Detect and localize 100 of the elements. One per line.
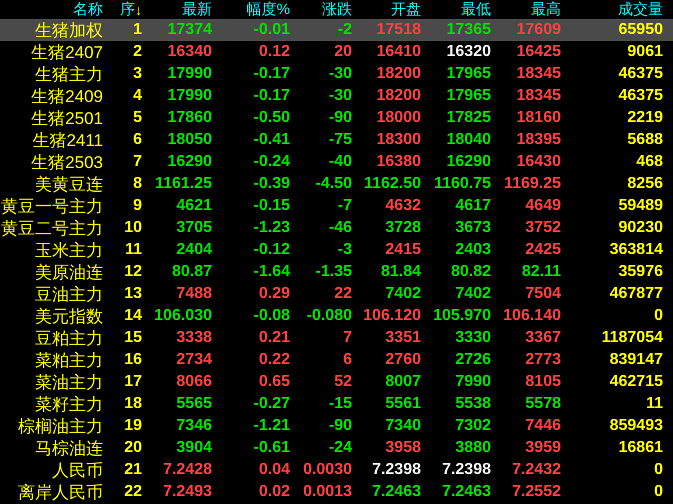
price-cell-text: -1.64: [252, 264, 290, 280]
row-number: 5: [132, 110, 142, 126]
column-header[interactable]: 幅度%: [246, 2, 290, 17]
row-number: 4: [132, 88, 142, 104]
price-cell-text: -3: [336, 242, 352, 258]
price-cell-text: 8066: [175, 374, 212, 390]
price-cell-text: 16425: [516, 44, 561, 60]
volume-cell-text: 468: [635, 154, 663, 170]
price-cell-text: 7.2463: [441, 484, 491, 500]
price-cell-text: 16430: [516, 154, 561, 170]
price-cell-text: 17965: [446, 88, 491, 104]
row-number: 9: [132, 198, 142, 214]
price-cell-text: -90: [328, 110, 352, 126]
price-cell-text: 18050: [166, 132, 212, 148]
price-cell-text: 3351: [384, 330, 421, 346]
price-cell-text: -0.17: [252, 66, 290, 82]
volume-cell-text: 46375: [618, 88, 663, 104]
quote-row[interactable]: 生猪加权 1 17374 -0.01 -2 17518 17365 17609 65950: [0, 19, 673, 41]
price-cell-text: 17374: [166, 22, 212, 38]
instrument-name: 生猪2407: [30, 44, 103, 60]
instrument-name: 菜油主力: [34, 374, 103, 390]
column-header[interactable]: 序: [120, 2, 135, 17]
price-cell-text: 0.0030: [302, 462, 352, 478]
price-cell-text: 3330: [454, 330, 491, 346]
price-cell-text: -0.12: [252, 242, 290, 258]
price-cell-text: 3705: [175, 220, 212, 236]
price-cell-text: 3728: [384, 220, 421, 236]
price-cell-text: -4.50: [314, 176, 352, 192]
row-number: 6: [132, 132, 142, 148]
volume-cell-text: 59489: [618, 198, 663, 214]
price-cell-text: 18160: [516, 110, 561, 126]
column-header[interactable]: 最高: [531, 2, 561, 17]
row-number: 8: [132, 176, 142, 192]
price-cell-text: 1162.50: [363, 176, 421, 192]
price-cell-text: 18000: [376, 110, 421, 126]
price-cell-text: 18200: [376, 66, 421, 82]
column-header[interactable]: 最低: [461, 2, 491, 17]
price-cell-text: 18040: [446, 132, 491, 148]
price-cell-text: 7340: [384, 418, 421, 434]
volume-cell-text: 1187054: [600, 330, 663, 346]
price-cell-text: -1.35: [314, 264, 352, 280]
price-cell-text: 7446: [524, 418, 561, 434]
instrument-name: 离岸人民币: [17, 484, 103, 500]
volume-cell-text: 467877: [608, 286, 663, 302]
price-cell-text: -0.17: [252, 88, 290, 104]
row-number: 15: [123, 330, 142, 346]
row-number: 19: [123, 418, 142, 434]
instrument-name: 黄豆一号主力: [0, 198, 103, 214]
price-cell-text: 2726: [454, 352, 491, 368]
volume-cell-text: 16861: [618, 440, 663, 456]
price-cell-text: 6: [342, 352, 352, 368]
price-cell-text: -90: [328, 418, 352, 434]
instrument-name: 美元指数: [34, 308, 103, 324]
price-cell-text: 18200: [376, 88, 421, 104]
row-number: 20: [123, 440, 142, 456]
price-cell-text: 81.84: [380, 264, 421, 280]
instrument-name: 生猪2501: [30, 110, 103, 126]
price-cell-text: -0.08: [252, 308, 290, 324]
price-cell-text: 16290: [166, 154, 212, 170]
volume-cell-text: 0: [653, 484, 663, 500]
instrument-name: 美原油连: [34, 264, 103, 280]
price-cell-text: 16320: [446, 44, 491, 60]
price-cell-text: 17825: [446, 110, 491, 126]
row-number: 16: [123, 352, 142, 368]
instrument-name: 马棕油连: [34, 440, 103, 456]
price-cell-text: 7.2398: [371, 462, 421, 478]
column-header[interactable]: 成交量: [618, 2, 663, 17]
price-cell-text: 4632: [384, 198, 421, 214]
price-cell-text: 3367: [524, 330, 561, 346]
price-cell-text: 3904: [175, 440, 212, 456]
price-cell-text: 17609: [516, 22, 561, 38]
price-cell-text: 105.970: [432, 308, 491, 324]
price-cell-text: -0.24: [252, 154, 290, 170]
instrument-name: 美黄豆连: [34, 176, 103, 192]
instrument-name: 豆粕主力: [34, 330, 103, 346]
column-header[interactable]: 涨跌: [322, 2, 352, 17]
price-cell-text: 8007: [384, 374, 421, 390]
column-header[interactable]: 名称: [73, 2, 103, 17]
price-cell-text: -30: [328, 66, 352, 82]
instrument-name: 黄豆二号主力: [0, 220, 103, 236]
price-cell-text: -30: [328, 88, 352, 104]
price-cell-text: 16340: [166, 44, 212, 60]
price-cell-text: 4649: [524, 198, 561, 214]
column-header[interactable]: 开盘: [391, 2, 421, 17]
instrument-name: 生猪主力: [34, 66, 103, 82]
volume-cell-text: 90230: [618, 220, 663, 236]
volume-cell-text: 2219: [626, 110, 663, 126]
instrument-name: 生猪2411: [31, 132, 103, 148]
price-cell-text: 5578: [524, 396, 561, 412]
price-cell-text: 7504: [524, 286, 561, 302]
price-cell-text: 7.2432: [511, 462, 561, 478]
price-cell-text: 3752: [524, 220, 561, 236]
price-cell-text: 18395: [516, 132, 561, 148]
price-cell-text: 8105: [524, 374, 561, 390]
price-cell-text: 16410: [376, 44, 421, 60]
price-cell-text: 0.22: [258, 352, 290, 368]
price-cell-text: 3673: [454, 220, 491, 236]
instrument-name: 玉米主力: [34, 242, 103, 258]
price-cell-text: 2773: [524, 352, 561, 368]
column-header[interactable]: 最新: [182, 2, 212, 17]
